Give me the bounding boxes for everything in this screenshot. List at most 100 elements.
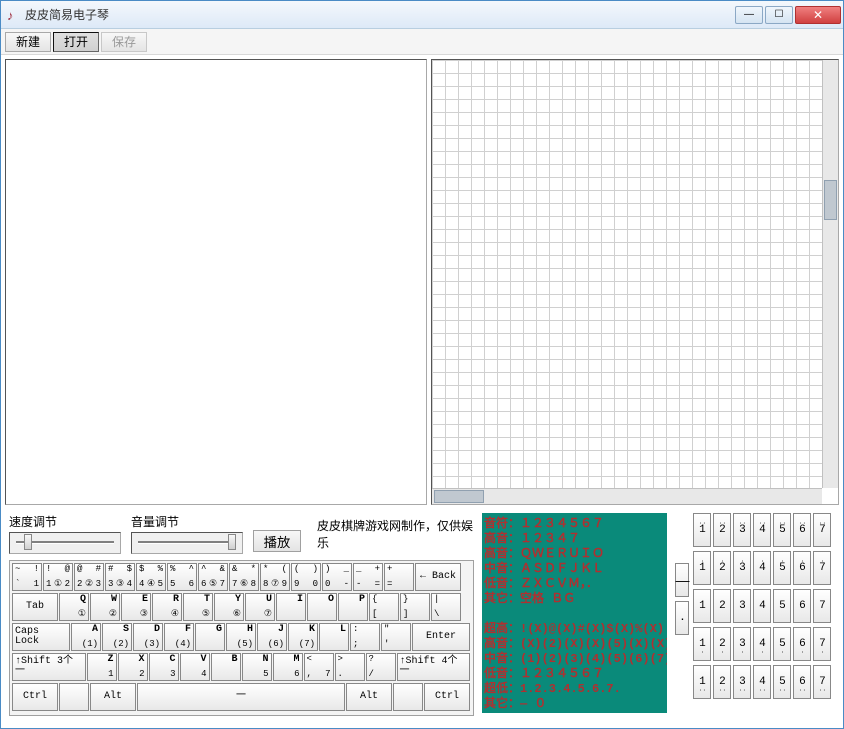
note-key[interactable]: 5 [773, 589, 791, 623]
text-editor[interactable] [5, 59, 427, 505]
note-key[interactable]: 3·· [733, 665, 751, 699]
key[interactable]: ^&6⑤7 [198, 563, 228, 591]
key[interactable]: T⑤ [183, 593, 213, 621]
key[interactable]: Q① [59, 593, 89, 621]
alt-key[interactable]: Alt [90, 683, 136, 711]
note-key[interactable]: 7 [813, 589, 831, 623]
note-key[interactable]: ·2 [713, 551, 731, 585]
key[interactable]: _+-= [353, 563, 383, 591]
ctrl-key[interactable]: Ctrl [424, 683, 470, 711]
note-key[interactable]: ··1 [693, 513, 711, 547]
note-key[interactable]: 1·· [693, 665, 711, 699]
blank[interactable] [59, 683, 89, 711]
scroll-thumb[interactable] [434, 490, 484, 503]
key[interactable]: *(8⑦9 [260, 563, 290, 591]
key[interactable]: <,7 [304, 653, 334, 681]
key[interactable]: O [307, 593, 337, 621]
key[interactable]: )_0- [322, 563, 352, 591]
key[interactable]: B [211, 653, 241, 681]
note-key[interactable]: 3 [733, 589, 751, 623]
key[interactable]: L [319, 623, 349, 651]
capslock-key[interactable]: Caps Lock [12, 623, 70, 651]
key[interactable]: E③ [121, 593, 151, 621]
key[interactable]: U⑦ [245, 593, 275, 621]
key[interactable]: X2 [118, 653, 148, 681]
note-key[interactable]: ·7 [813, 551, 831, 585]
key[interactable]: N5 [242, 653, 272, 681]
key[interactable]: &*7⑥8 [229, 563, 259, 591]
alt-key[interactable]: Alt [346, 683, 392, 711]
key[interactable]: @#2②3 [74, 563, 104, 591]
key[interactable]: ~!`1 [12, 563, 42, 591]
note-key[interactable]: ·5 [773, 551, 791, 585]
note-key[interactable]: 6·· [793, 665, 811, 699]
speed-knob[interactable] [24, 534, 32, 550]
note-key[interactable]: ··4 [753, 513, 771, 547]
minimize-button[interactable]: — [735, 6, 763, 24]
key[interactable]: ()90 [291, 563, 321, 591]
note-key[interactable]: ·3 [733, 551, 751, 585]
note-key[interactable]: 7·· [813, 665, 831, 699]
key[interactable]: !@1①2 [43, 563, 73, 591]
key[interactable]: }] [400, 593, 430, 621]
note-key[interactable]: ·6 [793, 551, 811, 585]
maximize-button[interactable]: ☐ [765, 6, 793, 24]
key[interactable]: G [195, 623, 225, 651]
shift-left-key[interactable]: ↑Shift 3个一 [12, 653, 86, 681]
key[interactable]: P [338, 593, 368, 621]
note-key[interactable]: 5·· [773, 665, 791, 699]
note-key[interactable]: ··3 [733, 513, 751, 547]
horizontal-scrollbar[interactable] [432, 488, 822, 504]
key[interactable]: S(2) [102, 623, 132, 651]
space-key[interactable]: 一 [137, 683, 345, 711]
note-key[interactable]: ·4 [753, 551, 771, 585]
key[interactable]: D(3) [133, 623, 163, 651]
scroll-thumb[interactable] [824, 180, 837, 220]
key[interactable]: :; [350, 623, 380, 651]
note-key[interactable]: 2 [713, 589, 731, 623]
key[interactable]: %^56 [167, 563, 197, 591]
speed-slider[interactable] [9, 532, 121, 554]
key[interactable]: ?/ [366, 653, 396, 681]
new-button[interactable]: 新建 [5, 32, 51, 52]
key[interactable]: |\ [431, 593, 461, 621]
note-key[interactable]: 5· [773, 627, 791, 661]
backspace-key[interactable]: ← Back [415, 563, 461, 591]
key[interactable]: C3 [149, 653, 179, 681]
note-key[interactable]: ··2 [713, 513, 731, 547]
blank[interactable] [393, 683, 423, 711]
note-key[interactable]: ··6 [793, 513, 811, 547]
volume-knob[interactable] [228, 534, 236, 550]
note-grid[interactable] [431, 59, 839, 505]
note-key[interactable]: 3· [733, 627, 751, 661]
note-key[interactable]: 2· [713, 627, 731, 661]
note-key[interactable]: 1· [693, 627, 711, 661]
volume-slider[interactable] [131, 532, 243, 554]
key[interactable]: W② [90, 593, 120, 621]
tab-key[interactable]: Tab [12, 593, 58, 621]
note-key[interactable]: 4·· [753, 665, 771, 699]
key[interactable]: "' [381, 623, 411, 651]
symbol-key[interactable]: · [675, 601, 689, 635]
key[interactable]: {[ [369, 593, 399, 621]
ctrl-key[interactable]: Ctrl [12, 683, 58, 711]
key[interactable]: #$3③4 [105, 563, 135, 591]
key[interactable]: += [384, 563, 414, 591]
note-key[interactable]: 6 [793, 589, 811, 623]
note-key[interactable]: 1 [693, 589, 711, 623]
key[interactable]: $%4④5 [136, 563, 166, 591]
key[interactable]: Y⑥ [214, 593, 244, 621]
note-key[interactable]: ·1 [693, 551, 711, 585]
key[interactable]: >. [335, 653, 365, 681]
key[interactable]: I [276, 593, 306, 621]
note-key[interactable]: ··7 [813, 513, 831, 547]
key[interactable]: A(1) [71, 623, 101, 651]
shift-right-key[interactable]: ↑Shift 4个一 [397, 653, 471, 681]
key[interactable]: V4 [180, 653, 210, 681]
note-key[interactable]: 2·· [713, 665, 731, 699]
note-key[interactable]: 4 [753, 589, 771, 623]
key[interactable]: F(4) [164, 623, 194, 651]
play-button[interactable]: 播放 [253, 530, 301, 552]
key[interactable]: H(5) [226, 623, 256, 651]
key[interactable]: J(6) [257, 623, 287, 651]
